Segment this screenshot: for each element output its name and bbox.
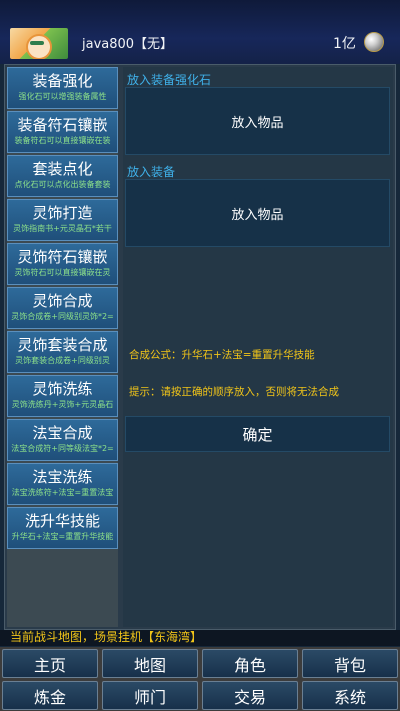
- nav-system-button[interactable]: 系统: [302, 681, 398, 710]
- top-bar: java800【无】 1亿: [0, 0, 400, 64]
- menu-item-title: 灵饰洗练: [32, 380, 93, 398]
- menu-item-set-enchant[interactable]: 套装点化 点化石可以点化出装备套装: [7, 155, 118, 197]
- menu-item-desc: 升华石+法宝=重置升华技能: [11, 532, 114, 541]
- menu-item-title: 装备符石镶嵌: [17, 116, 108, 134]
- menu-item-desc: 灵饰指南书+元灵晶石*若干: [13, 224, 112, 233]
- nav-sect-button[interactable]: 师门: [102, 681, 198, 710]
- menu-item-desc: 装备符石可以直接镶嵌在装: [14, 136, 111, 145]
- menu-item-desc: 法宝洗练符+法宝=重置法宝: [11, 488, 114, 497]
- confirm-button[interactable]: 确定: [125, 416, 390, 452]
- menu-item-desc: 灵饰套装合成卷+同级别灵: [15, 356, 110, 365]
- menu-item-title: 洗升华技能: [24, 512, 100, 530]
- status-ticker: 当前战斗地图，场景挂机【东海湾】: [0, 630, 400, 646]
- forge-menu: 装备强化 强化石可以增强装备属性 装备符石镶嵌 装备符石可以直接镶嵌在装 套装点…: [7, 67, 118, 627]
- menu-item-desc: 灵饰合成卷+同级别灵饰*2=: [11, 312, 114, 321]
- equipment-slot[interactable]: 放入物品: [125, 179, 390, 247]
- menu-item-desc: 点化石可以点化出装备套装: [14, 180, 111, 189]
- menu-item-accessory-set-merge[interactable]: 灵饰套装合成 灵饰套装合成卷+同级别灵: [7, 331, 118, 373]
- nav-bag-button[interactable]: 背包: [302, 649, 398, 678]
- menu-item-title: 灵饰合成: [32, 292, 93, 310]
- username-label: java800【无】: [82, 37, 174, 52]
- menu-item-desc: 强化石可以增强装备属性: [18, 92, 107, 101]
- status-text: 当前战斗地图，场景挂机【东海湾】: [10, 630, 203, 644]
- stone-slot[interactable]: 放入物品: [125, 87, 390, 155]
- menu-item-title: 法宝合成: [32, 424, 93, 442]
- menu-item-title: 法宝洗练: [32, 468, 93, 486]
- bottom-nav: 主页 地图 角色 背包 炼金 师门 交易 系统: [0, 647, 400, 711]
- menu-item-equip-rune-inlay[interactable]: 装备符石镶嵌 装备符石可以直接镶嵌在装: [7, 111, 118, 153]
- section-label-stone: 放入装备强化石: [127, 73, 212, 87]
- nav-home-button[interactable]: 主页: [2, 649, 98, 678]
- menu-item-title: 装备强化: [32, 72, 93, 90]
- menu-item-reset-sublimation-skill[interactable]: 洗升华技能 升华石+法宝=重置升华技能: [7, 507, 118, 549]
- nav-map-button[interactable]: 地图: [102, 649, 198, 678]
- avatar[interactable]: [10, 28, 68, 59]
- menu-item-accessory-rune-inlay[interactable]: 灵饰符石镶嵌 灵饰符石可以直接镶嵌在灵: [7, 243, 118, 285]
- nav-alchemy-button[interactable]: 炼金: [2, 681, 98, 710]
- menu-item-title: 灵饰符石镶嵌: [17, 248, 108, 266]
- menu-item-desc: 法宝合成符+同等级法宝*2=: [11, 444, 114, 453]
- menu-item-equip-enhance[interactable]: 装备强化 强化石可以增强装备属性: [7, 67, 118, 109]
- silver-coin-icon: [364, 32, 384, 52]
- forge-workspace: 放入装备强化石 放入物品 放入装备 放入物品 合成公式：升华石+法宝=重置升华技…: [123, 67, 393, 627]
- menu-item-desc: 灵饰洗练丹+灵饰+元灵晶石: [11, 400, 114, 409]
- menu-item-treasure-reroll[interactable]: 法宝洗练 法宝洗练符+法宝=重置法宝: [7, 463, 118, 505]
- nav-character-button[interactable]: 角色: [202, 649, 298, 678]
- section-label-equipment: 放入装备: [127, 165, 176, 179]
- tip-text: 提示：请按正确的顺序放入，否则将无法合成: [129, 386, 339, 398]
- menu-item-accessory-forge[interactable]: 灵饰打造 灵饰指南书+元灵晶石*若干: [7, 199, 118, 241]
- formula-text: 合成公式：升华石+法宝=重置升华技能: [129, 349, 315, 361]
- menu-item-treasure-merge[interactable]: 法宝合成 法宝合成符+同等级法宝*2=: [7, 419, 118, 461]
- menu-item-title: 灵饰打造: [32, 204, 93, 222]
- menu-item-title: 套装点化: [32, 160, 93, 178]
- menu-item-desc: 灵饰符石可以直接镶嵌在灵: [14, 268, 111, 277]
- gold-amount: 1亿: [333, 36, 356, 52]
- forge-panel: 装备强化 强化石可以增强装备属性 装备符石镶嵌 装备符石可以直接镶嵌在装 套装点…: [4, 64, 396, 630]
- menu-item-title: 灵饰套装合成: [17, 336, 108, 354]
- menu-item-accessory-merge[interactable]: 灵饰合成 灵饰合成卷+同级别灵饰*2=: [7, 287, 118, 329]
- nav-trade-button[interactable]: 交易: [202, 681, 298, 710]
- menu-item-accessory-reroll[interactable]: 灵饰洗练 灵饰洗练丹+灵饰+元灵晶石: [7, 375, 118, 417]
